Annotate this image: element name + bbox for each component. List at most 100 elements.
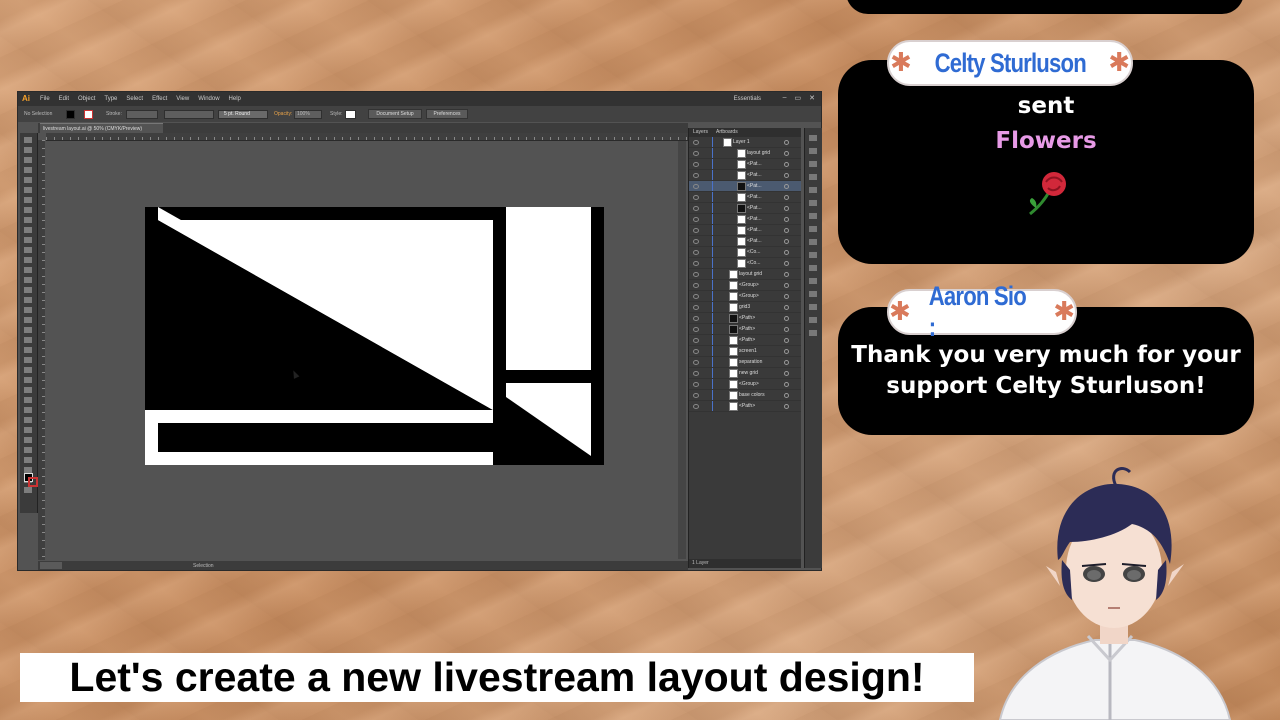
variable-width-select[interactable] <box>164 110 214 119</box>
visibility-eye-icon[interactable] <box>693 272 699 277</box>
tool-icon[interactable] <box>24 367 32 373</box>
stroke-swatch[interactable] <box>84 110 93 119</box>
layer-row[interactable]: <Co... <box>689 258 801 269</box>
tool-icon[interactable] <box>24 357 32 363</box>
visibility-eye-icon[interactable] <box>693 217 699 222</box>
visibility-eye-icon[interactable] <box>693 316 699 321</box>
visibility-eye-icon[interactable] <box>693 294 699 299</box>
tool-icon[interactable] <box>24 197 32 203</box>
target-circle-icon[interactable] <box>784 184 789 189</box>
target-circle-icon[interactable] <box>784 140 789 145</box>
tool-icon[interactable] <box>24 157 32 163</box>
tool-icon[interactable] <box>24 227 32 233</box>
tool-icon[interactable] <box>24 437 32 443</box>
tool-icon[interactable] <box>24 217 32 223</box>
panel-dock-icon[interactable] <box>809 148 817 154</box>
visibility-eye-icon[interactable] <box>693 393 699 398</box>
tool-icon[interactable] <box>24 277 32 283</box>
tool-icon[interactable] <box>24 147 32 153</box>
tool-icon[interactable] <box>24 407 32 413</box>
panel-dock-icon[interactable] <box>809 330 817 336</box>
layer-row[interactable]: Layer 1 <box>689 137 801 148</box>
fill-swatch[interactable] <box>66 110 75 119</box>
visibility-eye-icon[interactable] <box>693 250 699 255</box>
target-circle-icon[interactable] <box>784 393 789 398</box>
visibility-eye-icon[interactable] <box>693 173 699 178</box>
tool-icon[interactable] <box>24 447 32 453</box>
layer-row[interactable]: <Group> <box>689 280 801 291</box>
target-circle-icon[interactable] <box>784 316 789 321</box>
maximize-button[interactable]: ▭ <box>795 94 802 102</box>
workspace-switcher[interactable]: Essentials <box>734 96 761 102</box>
panel-dock-icon[interactable] <box>809 317 817 323</box>
layer-row[interactable]: base colors <box>689 390 801 401</box>
visibility-eye-icon[interactable] <box>693 195 699 200</box>
panel-dock-icon[interactable] <box>809 187 817 193</box>
tool-icon[interactable] <box>24 247 32 253</box>
layer-row[interactable]: <Pat... <box>689 236 801 247</box>
target-circle-icon[interactable] <box>784 305 789 310</box>
visibility-eye-icon[interactable] <box>693 338 699 343</box>
style-swatch[interactable] <box>345 110 356 119</box>
layer-row[interactable]: <Pat... <box>689 214 801 225</box>
zoom-field[interactable] <box>40 562 62 569</box>
tool-icon[interactable] <box>24 297 32 303</box>
tab-layers[interactable]: Layers <box>693 128 708 137</box>
panel-dock-icon[interactable] <box>809 174 817 180</box>
target-circle-icon[interactable] <box>784 195 789 200</box>
visibility-eye-icon[interactable] <box>693 360 699 365</box>
layer-row[interactable]: <Pat... <box>689 225 801 236</box>
panel-dock-icon[interactable] <box>809 252 817 258</box>
visibility-eye-icon[interactable] <box>693 140 699 145</box>
visibility-eye-icon[interactable] <box>693 184 699 189</box>
target-circle-icon[interactable] <box>784 294 789 299</box>
layer-row[interactable]: <Path> <box>689 401 801 412</box>
tool-icon[interactable] <box>24 417 32 423</box>
layer-row[interactable]: new grid <box>689 368 801 379</box>
stroke-weight-field[interactable] <box>126 110 158 119</box>
menu-file[interactable]: File <box>40 96 50 102</box>
tool-icon[interactable] <box>24 307 32 313</box>
tool-icon[interactable] <box>24 137 32 143</box>
tool-icon[interactable] <box>24 267 32 273</box>
target-circle-icon[interactable] <box>784 404 789 409</box>
tool-icon[interactable] <box>24 387 32 393</box>
tool-icon[interactable] <box>24 427 32 433</box>
layer-row[interactable]: <Pat... <box>689 170 801 181</box>
target-circle-icon[interactable] <box>784 162 789 167</box>
visibility-eye-icon[interactable] <box>693 327 699 332</box>
tool-icon[interactable] <box>24 377 32 383</box>
tool-icon[interactable] <box>24 257 32 263</box>
layer-row[interactable]: <Pat... <box>689 192 801 203</box>
menu-window[interactable]: Window <box>198 96 219 102</box>
layer-row[interactable]: <Co... <box>689 247 801 258</box>
visibility-eye-icon[interactable] <box>693 239 699 244</box>
layer-row[interactable]: <Group> <box>689 291 801 302</box>
menu-effect[interactable]: Effect <box>152 96 167 102</box>
layer-row[interactable]: layout grid <box>689 269 801 280</box>
close-button[interactable]: ✕ <box>809 94 815 102</box>
panel-dock-icon[interactable] <box>809 265 817 271</box>
target-circle-icon[interactable] <box>784 327 789 332</box>
menu-type[interactable]: Type <box>104 96 117 102</box>
panel-dock-icon[interactable] <box>809 226 817 232</box>
layer-row[interactable]: <Path> <box>689 313 801 324</box>
layer-row[interactable]: grid3 <box>689 302 801 313</box>
minimize-button[interactable]: – <box>783 94 787 102</box>
menu-help[interactable]: Help <box>229 96 241 102</box>
tool-icon[interactable] <box>24 207 32 213</box>
panel-dock-icon[interactable] <box>809 291 817 297</box>
visibility-eye-icon[interactable] <box>693 261 699 266</box>
layer-row[interactable]: <Pat... <box>689 159 801 170</box>
target-circle-icon[interactable] <box>784 228 789 233</box>
visibility-eye-icon[interactable] <box>693 206 699 211</box>
target-circle-icon[interactable] <box>784 151 789 156</box>
tool-icon[interactable] <box>24 457 32 463</box>
target-circle-icon[interactable] <box>784 382 789 387</box>
tool-icon[interactable] <box>24 287 32 293</box>
layer-row[interactable]: layout grid <box>689 148 801 159</box>
target-circle-icon[interactable] <box>784 261 789 266</box>
vertical-scrollbar[interactable] <box>678 141 686 559</box>
menu-select[interactable]: Select <box>126 96 143 102</box>
visibility-eye-icon[interactable] <box>693 382 699 387</box>
